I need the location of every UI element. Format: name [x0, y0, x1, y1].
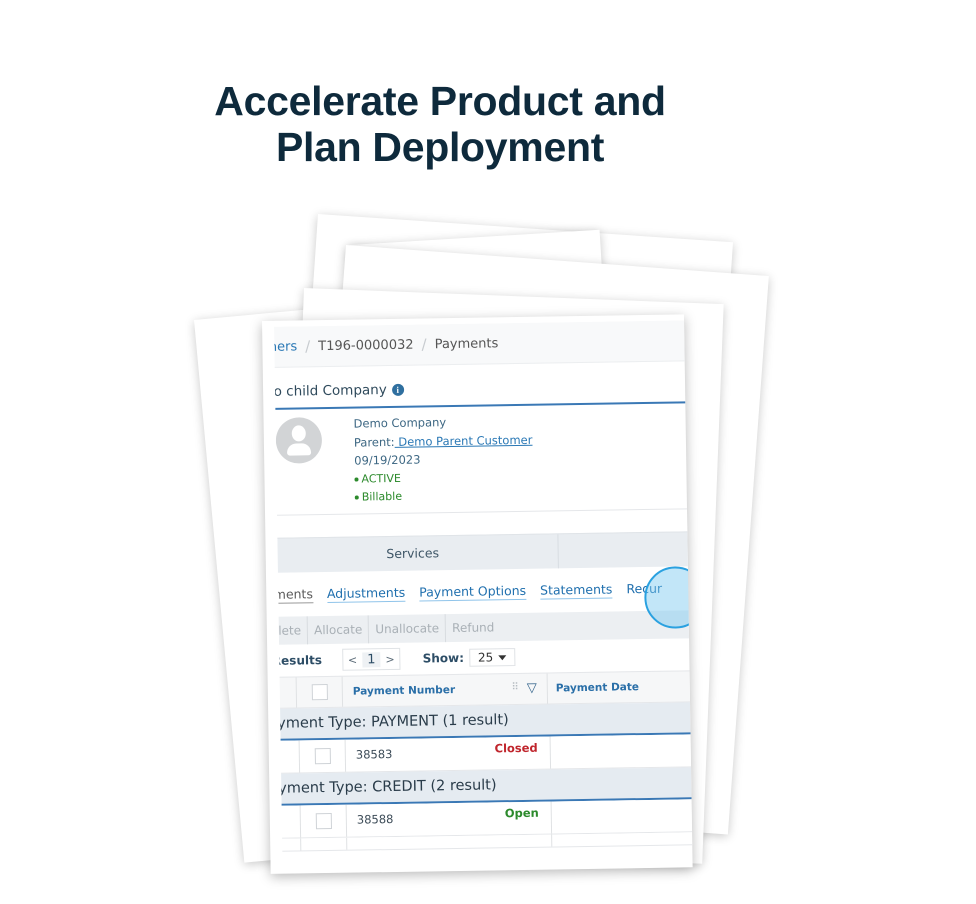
expand-cell: [274, 838, 302, 851]
customer-profile: Demo Company Parent: Demo Parent Custome…: [274, 403, 688, 516]
payment-number[interactable]: 38583: [356, 747, 393, 762]
subnav-adjustments[interactable]: Adjustments: [326, 584, 406, 603]
billable-text: Billable: [361, 489, 403, 504]
parent-row: Parent: Demo Parent Customer: [354, 430, 533, 451]
row-checkbox[interactable]: [314, 747, 331, 765]
subnav-payment-options[interactable]: Payment Options: [419, 582, 527, 602]
status-badge: Open: [504, 805, 539, 821]
row-checkbox[interactable]: [315, 812, 332, 830]
drag-handle-icon[interactable]: ⠿: [511, 682, 519, 693]
status-text: ACTIVE: [361, 471, 402, 485]
expand-row-button[interactable]: >: [274, 805, 302, 838]
breadcrumb-account[interactable]: T196-0000032: [318, 337, 414, 353]
results-count: 3 Results: [274, 653, 323, 668]
payments-subnav: yments Adjustments Payment Options State…: [274, 566, 693, 630]
current-page[interactable]: 1: [362, 651, 381, 667]
payment-date-cell: [551, 734, 691, 768]
row-select-cell: [300, 804, 348, 838]
tab-services[interactable]: Services: [274, 534, 559, 573]
breadcrumb-separator: /: [421, 335, 427, 354]
info-icon[interactable]: i: [391, 383, 404, 396]
billable-badge: Billable: [354, 486, 534, 507]
filter-icon[interactable]: ▽: [527, 681, 537, 696]
allocate-button[interactable]: Allocate: [307, 615, 370, 645]
row-select-cell: [299, 739, 347, 773]
payment-date-header-label: Payment Date: [555, 681, 640, 695]
breadcrumb-payments: Payments: [434, 335, 499, 352]
prev-page-button[interactable]: <: [343, 653, 362, 666]
subnav-statements[interactable]: Statements: [539, 581, 613, 600]
profile-info: Demo Company Parent: Demo Parent Custome…: [353, 412, 533, 507]
screenshot-document: mers / T196-0000032 / Payments no child …: [262, 314, 693, 874]
headline-line-2: Plan Deployment: [275, 124, 605, 170]
expand-row-button[interactable]: >: [274, 740, 301, 773]
headline: Accelerate Product and Plan Deployment: [160, 78, 720, 170]
breadcrumb: mers / T196-0000032 / Payments: [274, 320, 685, 368]
expand-column-header: [274, 677, 298, 708]
unallocate-button[interactable]: Unallocate: [369, 614, 447, 644]
refund-button[interactable]: Refund: [446, 613, 501, 642]
payment-number[interactable]: 38588: [357, 812, 394, 827]
status-dot: [354, 477, 359, 482]
breadcrumb-customers[interactable]: mers: [274, 339, 297, 355]
headline-line-1: Accelerate Product and: [214, 78, 666, 124]
show-label: Show:: [422, 650, 465, 666]
parent-label: Parent:: [353, 434, 395, 450]
payment-number-cell: 38588 Open: [346, 801, 553, 837]
page-size-value: 25: [477, 650, 494, 665]
company-title-text: no child Company: [274, 382, 387, 400]
parent-customer-link[interactable]: Demo Parent Customer: [395, 432, 532, 448]
row-select-cell: [301, 837, 348, 851]
billable-dot: [354, 495, 359, 500]
avatar-body-shape: [286, 443, 312, 456]
payment-date-header[interactable]: Payment Date: [548, 671, 690, 703]
subnav-payments[interactable]: yments: [274, 585, 314, 604]
payment-number-header[interactable]: Payment Number ⠿ ▽: [342, 673, 549, 707]
page-size-select[interactable]: 25: [468, 648, 516, 667]
select-all-checkbox[interactable]: [311, 684, 328, 701]
payments-grid: Payment Number ⠿ ▽ Payment Date ayment T…: [274, 670, 693, 852]
next-page-button[interactable]: >: [380, 652, 399, 665]
payment-number-cell: 38583 Closed: [345, 736, 552, 772]
payment-number-cell: [347, 834, 553, 850]
delete-button[interactable]: elete: [274, 616, 309, 645]
app-screenshot: mers / T196-0000032 / Payments no child …: [274, 320, 693, 858]
payment-number-header-label: Payment Number: [352, 684, 456, 698]
payment-date-cell: [552, 799, 692, 833]
select-all-cell: [296, 676, 344, 708]
chevron-down-icon: [498, 655, 507, 661]
avatar: [275, 417, 323, 464]
breadcrumb-separator: /: [305, 337, 311, 356]
status-badge: Closed: [494, 740, 538, 756]
avatar-head-shape: [291, 425, 306, 442]
pagination: < 1 >: [341, 647, 401, 671]
